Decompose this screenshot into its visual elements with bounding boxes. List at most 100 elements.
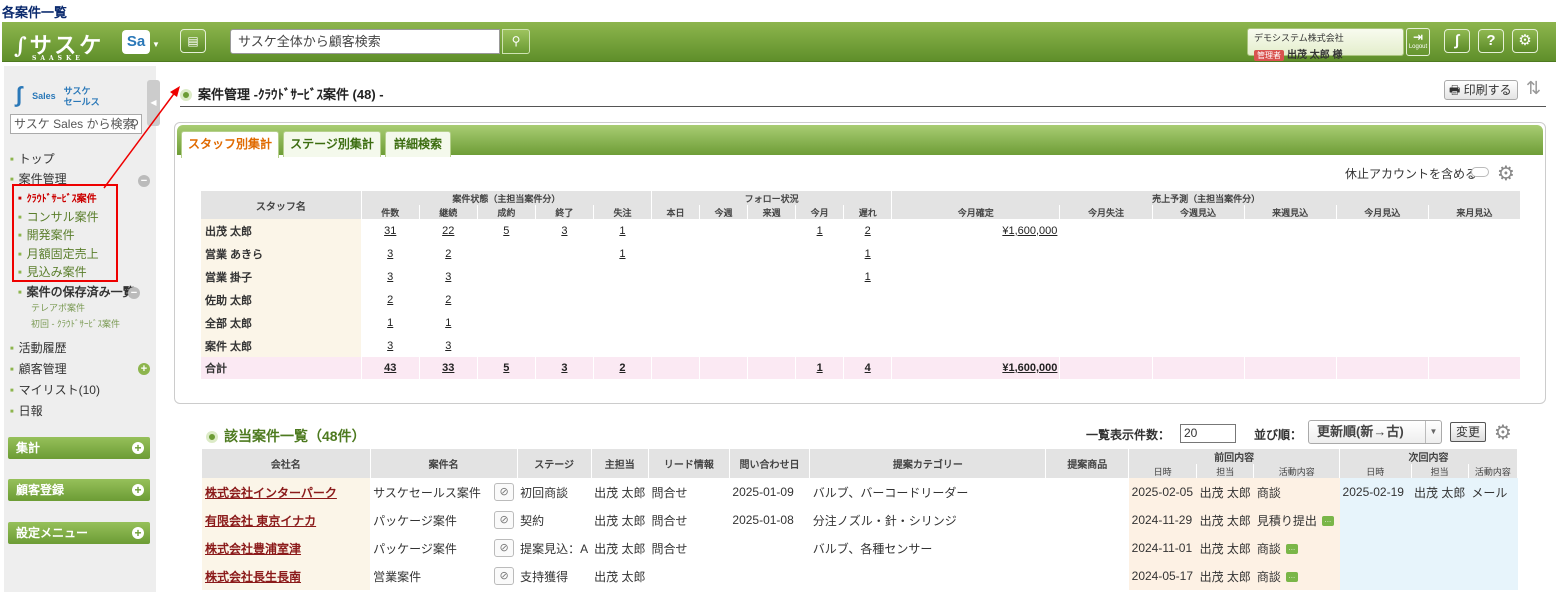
help-icon[interactable]: ? bbox=[1478, 29, 1504, 53]
count-link[interactable]: 1 bbox=[865, 271, 871, 283]
comment-icon[interactable]: … bbox=[1285, 544, 1298, 555]
gear-icon[interactable]: ⚙ bbox=[1494, 420, 1512, 445]
count-link[interactable]: 2 bbox=[387, 294, 393, 306]
saaske-menu-icon[interactable]: ∫ bbox=[1444, 29, 1470, 53]
summary-cell bbox=[1428, 357, 1522, 379]
search-icon[interactable]: ⚲ bbox=[502, 29, 530, 54]
collapse-minus-icon[interactable]: − bbox=[138, 175, 150, 187]
section-customer-registration[interactable]: 顧客登録 + bbox=[8, 479, 150, 501]
count-link[interactable]: 1 bbox=[817, 225, 823, 237]
company-link[interactable]: 有限会社 東京イナカ bbox=[202, 506, 371, 534]
sub-header: 来月見込 bbox=[1428, 205, 1522, 219]
nav-daily-report[interactable]: 日報 bbox=[10, 402, 43, 419]
gear-icon[interactable]: ⚙ bbox=[1497, 161, 1515, 186]
saaske-logo[interactable]: ∫サスケ SAASKE bbox=[14, 28, 104, 62]
change-button[interactable]: 変更 bbox=[1450, 422, 1486, 442]
sub-header: 活動内容 bbox=[1253, 464, 1341, 478]
count-link[interactable]: ¥1,600,000 bbox=[1002, 225, 1057, 237]
comment-icon[interactable]: … bbox=[1321, 516, 1334, 527]
count-link[interactable]: 1 bbox=[445, 317, 451, 329]
count-link[interactable]: 2 bbox=[619, 362, 625, 374]
section-summary[interactable]: 集計 + bbox=[8, 437, 150, 459]
count-link[interactable]: 31 bbox=[384, 225, 396, 237]
tab-stage-summary[interactable]: ステージ別集計 bbox=[283, 131, 381, 157]
count-link[interactable]: 1 bbox=[619, 248, 625, 260]
sales-search-input[interactable]: サスケ Sales から検索 ⚲ bbox=[10, 114, 142, 134]
count-link[interactable]: 1 bbox=[817, 362, 823, 374]
count-link[interactable]: 2 bbox=[445, 294, 451, 306]
prev-date: 2024-05-17 bbox=[1128, 562, 1197, 590]
count-link[interactable]: 33 bbox=[442, 362, 454, 374]
count-link[interactable]: 5 bbox=[503, 225, 509, 237]
saved-list-teleapo[interactable]: テレアポ案件 bbox=[26, 301, 85, 314]
sa-app-switcher[interactable]: Sa bbox=[122, 30, 150, 54]
link-icon[interactable]: ⊘ bbox=[494, 567, 515, 585]
comment-icon[interactable]: … bbox=[1285, 572, 1298, 583]
nav-activity-history[interactable]: 活動履歴 bbox=[10, 339, 67, 356]
count-link[interactable]: 1 bbox=[387, 317, 393, 329]
count-link[interactable]: 3 bbox=[387, 248, 393, 260]
group-follow-status: フォロー状況 bbox=[651, 191, 893, 205]
summary-cell bbox=[1244, 219, 1337, 242]
summary-cell: 4 bbox=[843, 357, 893, 379]
link-icon[interactable]: ⊘ bbox=[494, 539, 515, 557]
user-info[interactable]: デモシステム株式会社 管理者 出茂 太郎 様 bbox=[1247, 28, 1404, 61]
nav-top[interactable]: トップ bbox=[10, 150, 55, 167]
expand-plus-icon[interactable]: + bbox=[138, 363, 150, 375]
count-link[interactable]: 1 bbox=[865, 248, 871, 260]
company-link[interactable]: 株式会社豊浦室津 bbox=[202, 534, 371, 562]
tab-detail-search[interactable]: 詳細検索 bbox=[385, 131, 451, 157]
refresh-icon[interactable]: ⇅ bbox=[1526, 78, 1541, 99]
count-link[interactable]: 1 bbox=[619, 225, 625, 237]
sub-header: 今月確定 bbox=[891, 205, 1061, 219]
link-icon[interactable]: ⊘ bbox=[494, 483, 515, 501]
chevron-down-icon[interactable]: ▼ bbox=[152, 40, 160, 49]
count-link[interactable]: 4 bbox=[865, 362, 871, 374]
summary-cell bbox=[699, 242, 749, 265]
count-link[interactable]: 5 bbox=[503, 362, 509, 374]
count-link[interactable]: 2 bbox=[865, 225, 871, 237]
count-link[interactable]: 22 bbox=[442, 225, 454, 237]
include-inactive-toggle[interactable] bbox=[1471, 167, 1489, 177]
section-settings-menu[interactable]: 設定メニュー + bbox=[8, 522, 150, 544]
per-page-input[interactable]: 20 bbox=[1180, 424, 1236, 443]
company-link[interactable]: 株式会社インターパーク bbox=[202, 478, 371, 506]
saved-list-first-cloud[interactable]: 初回 - ｸﾗｳﾄﾞｻｰﾋﾞｽ案件 bbox=[26, 317, 120, 330]
logout-button[interactable]: ⇥ Logout bbox=[1406, 28, 1430, 56]
count-link[interactable]: 43 bbox=[384, 362, 396, 374]
sub-header: 担当 bbox=[1411, 464, 1469, 478]
count-link[interactable]: 3 bbox=[445, 271, 451, 283]
global-search-input[interactable]: サスケ全体から顧客検索 bbox=[230, 29, 500, 54]
nav-my-list[interactable]: マイリスト(10) bbox=[10, 381, 100, 398]
search-icon[interactable]: ⚲ bbox=[130, 115, 139, 133]
chat-icon[interactable]: ▤ bbox=[180, 29, 206, 53]
sales-logo[interactable]: ∫ Sales サスケ セールス bbox=[16, 82, 100, 108]
count-link[interactable]: 3 bbox=[561, 225, 567, 237]
summary-cell bbox=[535, 265, 594, 288]
tab-staff-summary[interactable]: スタッフ別集計 bbox=[181, 131, 279, 158]
collapse-minus-icon[interactable]: − bbox=[128, 287, 140, 299]
summary-cell bbox=[1428, 265, 1522, 288]
count-link[interactable]: 3 bbox=[561, 362, 567, 374]
collapse-sidebar-handle[interactable]: ◀ bbox=[147, 80, 160, 126]
count-link[interactable]: 3 bbox=[387, 271, 393, 283]
link-icon[interactable]: ⊘ bbox=[491, 478, 517, 506]
print-button[interactable]: 🖶 印刷する bbox=[1444, 80, 1518, 100]
count-link[interactable]: 3 bbox=[445, 340, 451, 352]
nav-customer-management[interactable]: 顧客管理 bbox=[10, 360, 67, 377]
summary-cell bbox=[1059, 311, 1153, 334]
settings-gear-icon[interactable]: ⚙ bbox=[1512, 29, 1538, 53]
nav-saved-lists[interactable]: 案件の保存済み一覧 bbox=[18, 283, 135, 300]
link-icon[interactable]: ⊘ bbox=[494, 511, 515, 529]
summary-cell: 2 bbox=[361, 288, 420, 311]
company-link[interactable]: 株式会社長生長南 bbox=[202, 562, 371, 590]
category: 分注ノズル・針・シリンジ bbox=[812, 513, 957, 528]
summary-cell bbox=[651, 334, 701, 357]
link-icon[interactable]: ⊘ bbox=[491, 506, 517, 534]
link-icon[interactable]: ⊘ bbox=[491, 534, 517, 562]
sort-order-select[interactable]: 更新順(新→古) ▼ bbox=[1308, 420, 1442, 444]
count-link[interactable]: 3 bbox=[387, 340, 393, 352]
count-link[interactable]: 2 bbox=[445, 248, 451, 260]
link-icon[interactable]: ⊘ bbox=[491, 562, 517, 590]
count-link[interactable]: ¥1,600,000 bbox=[1002, 362, 1057, 374]
